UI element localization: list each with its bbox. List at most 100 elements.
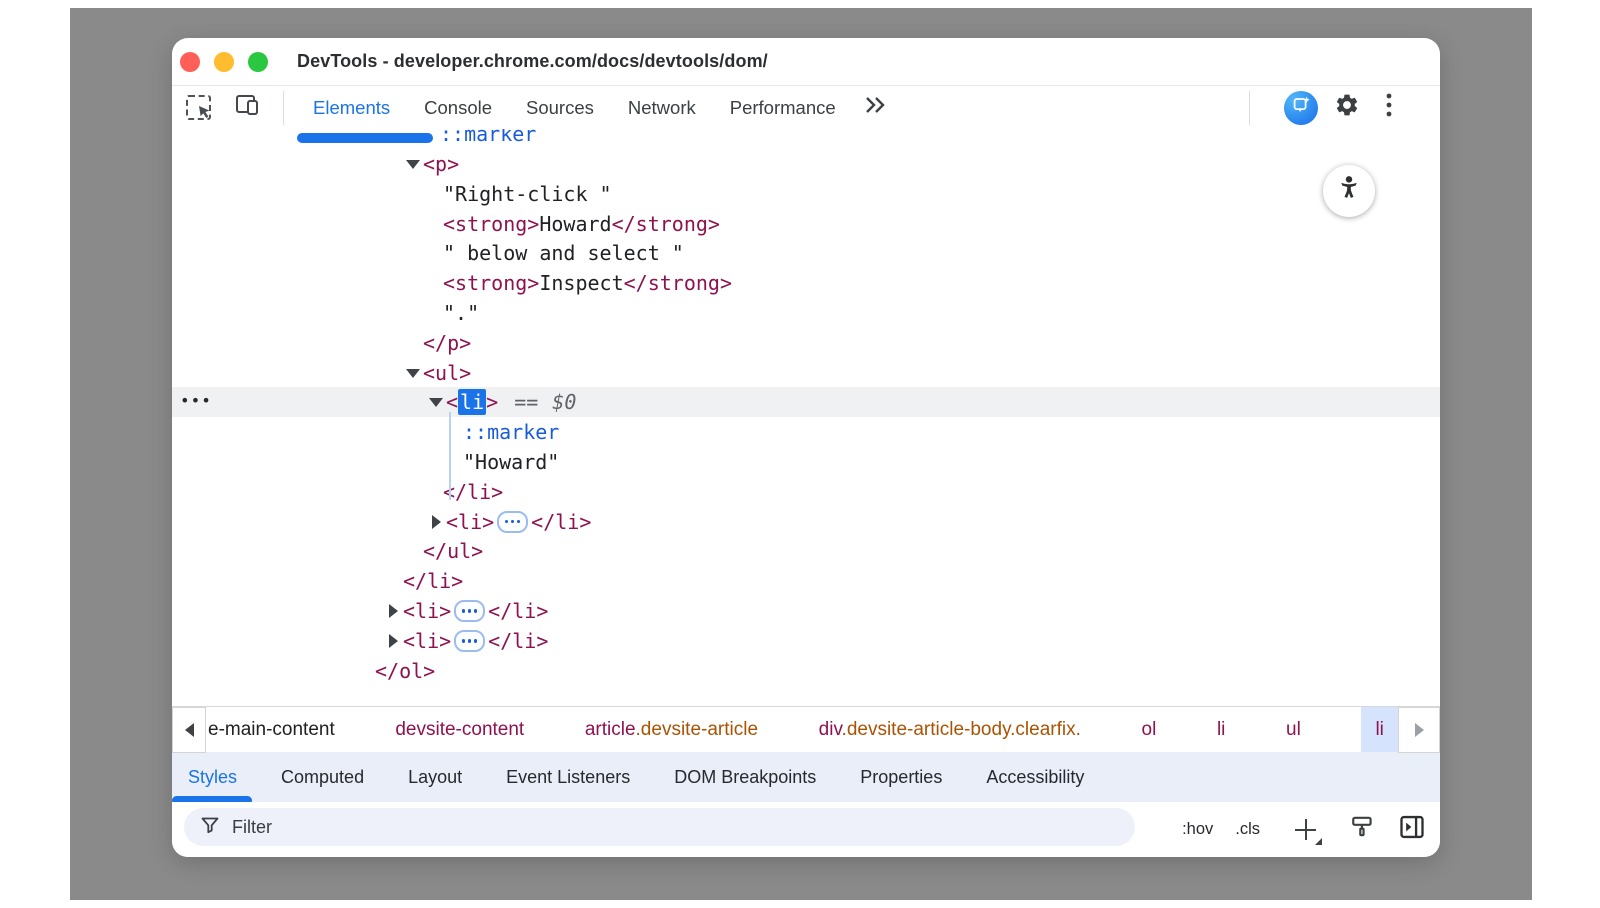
breadcrumb-item-selected[interactable]: li [1361, 707, 1397, 753]
more-tabs-button[interactable] [862, 95, 888, 121]
toolbar-right-controls [1249, 91, 1440, 125]
more-actions-icon[interactable]: ••• [180, 391, 212, 410]
tab-layout[interactable]: Layout [408, 767, 462, 788]
sidebar-pane-tabs: Styles Computed Layout Event Listeners D… [172, 752, 1440, 802]
console-variable-hint: $0 [552, 390, 576, 414]
equals-hint: == [514, 390, 538, 414]
breadcrumb-item[interactable]: ol [1142, 719, 1157, 741]
dom-node-strong-inspect[interactable]: <strong>Inspect</strong> [172, 268, 1440, 298]
dom-node-li-marker[interactable]: ::marker [172, 417, 1440, 447]
breadcrumb-item[interactable]: article.devsite-article [585, 719, 758, 741]
collapsed-content-icon[interactable] [497, 511, 528, 533]
tab-computed[interactable]: Computed [281, 767, 364, 788]
traffic-lights [180, 52, 268, 72]
dom-node-ul-close[interactable]: </ul> [172, 536, 1440, 566]
tab-accessibility[interactable]: Accessibility [986, 767, 1084, 788]
window-title: DevTools - developer.chrome.com/docs/dev… [297, 51, 768, 72]
breadcrumb-scroll-left-button[interactable] [172, 707, 206, 753]
new-style-rule-button[interactable] [1294, 818, 1318, 842]
paint-roller-icon [1350, 827, 1376, 844]
expand-arrow-icon[interactable] [385, 634, 403, 648]
collapse-arrow-icon[interactable] [405, 157, 423, 171]
dom-node-strong-howard[interactable]: <strong>Howard</strong> [172, 209, 1440, 239]
elements-dom-tree: ::marker <p> "Right-click " <strong>Howa… [172, 129, 1440, 706]
tab-styles[interactable]: Styles [188, 767, 237, 788]
dom-node-li-collapsed[interactable]: <li></li> [172, 596, 1440, 626]
zoom-window-button[interactable] [248, 52, 268, 72]
dom-text-node-howard[interactable]: "Howard" [172, 447, 1440, 477]
breadcrumb-bar: e-main-content devsite-content article.d… [172, 706, 1440, 753]
tab-console[interactable]: Console [424, 97, 492, 119]
tab-sources[interactable]: Sources [526, 97, 594, 119]
minimize-window-button[interactable] [214, 52, 234, 72]
triangle-left-icon [185, 723, 194, 737]
breadcrumb-item[interactable]: devsite-content [395, 719, 524, 741]
triangle-right-icon [1415, 723, 1424, 737]
inspect-element-button[interactable] [186, 95, 211, 120]
dom-text-node[interactable]: "." [172, 298, 1440, 328]
device-toolbar-button[interactable] [235, 95, 261, 121]
tab-event-listeners[interactable]: Event Listeners [506, 767, 630, 788]
kebab-vertical-icon [1385, 91, 1393, 124]
dom-node-li-close-outer[interactable]: </li> [172, 566, 1440, 596]
tab-network[interactable]: Network [628, 97, 696, 119]
styles-filter-field[interactable] [184, 808, 1135, 846]
devtools-window: DevTools - developer.chrome.com/docs/dev… [172, 38, 1440, 857]
accessibility-person-icon [1334, 174, 1364, 209]
window-titlebar: DevTools - developer.chrome.com/docs/dev… [172, 38, 1440, 86]
collapse-arrow-icon[interactable] [405, 366, 423, 380]
dom-text-node[interactable]: "Right-click " [172, 179, 1440, 209]
settings-button[interactable] [1334, 95, 1360, 121]
dom-text-node[interactable]: " below and select " [172, 239, 1440, 269]
main-menu-button[interactable] [1376, 95, 1402, 121]
tab-dom-breakpoints[interactable]: DOM Breakpoints [674, 767, 816, 788]
indent-guide-line [449, 412, 451, 500]
dom-node-li-collapsed[interactable]: <li></li> [172, 626, 1440, 656]
gear-icon [1334, 92, 1360, 123]
toggle-sidebar-button[interactable] [1398, 814, 1426, 845]
close-window-button[interactable] [180, 52, 200, 72]
double-chevron-right-icon [862, 95, 888, 120]
breadcrumb-item[interactable]: li [1217, 719, 1225, 741]
breadcrumb: e-main-content devsite-content article.d… [206, 707, 1398, 753]
expand-arrow-icon[interactable] [428, 515, 446, 529]
speech-bubble-sparkle-icon [1290, 94, 1312, 121]
breadcrumb-item[interactable]: ul [1286, 719, 1301, 741]
dom-node-li-close[interactable]: </li> [172, 477, 1440, 507]
tab-properties[interactable]: Properties [860, 767, 942, 788]
dom-node-p-close[interactable]: </p> [172, 328, 1440, 358]
styles-toolbar-controls: :hov .cls [1182, 802, 1426, 857]
panel-left-collapse-icon [1398, 827, 1426, 844]
collapse-arrow-icon[interactable] [428, 395, 446, 409]
toolbar-divider [283, 91, 284, 125]
dom-node-li-collapsed[interactable]: <li></li> [172, 507, 1440, 537]
breadcrumb-item[interactable]: e-main-content [208, 719, 335, 741]
page-accessibility-overlay-button[interactable] [1323, 165, 1375, 217]
tab-performance[interactable]: Performance [730, 97, 836, 119]
dom-node-ol-close[interactable]: </ol> [172, 656, 1440, 686]
ai-assistance-button[interactable] [1284, 91, 1318, 125]
dom-node-ul-open[interactable]: <ul> [172, 358, 1440, 388]
device-frames-icon [235, 93, 261, 122]
expand-arrow-icon[interactable] [385, 604, 403, 618]
class-toggle[interactable]: .cls [1235, 820, 1260, 839]
collapsed-content-icon[interactable] [454, 630, 485, 652]
panel-tabs: Elements Console Sources Network Perform… [313, 97, 836, 119]
dropdown-corner-icon [1315, 838, 1322, 845]
toolbar-divider [1249, 91, 1250, 125]
devtools-main-toolbar: Elements Console Sources Network Perform… [172, 86, 1440, 130]
funnel-icon [200, 815, 220, 840]
pseudo-state-toggle[interactable]: :hov [1182, 820, 1213, 839]
breadcrumb-scroll-right-button[interactable] [1398, 707, 1440, 753]
desktop-background: DevTools - developer.chrome.com/docs/dev… [70, 8, 1532, 900]
selected-tab-indicator [297, 133, 433, 143]
dom-node-li-selected[interactable]: ••• <li> == $0 [172, 387, 1440, 417]
dom-node-p-open[interactable]: <p> [172, 149, 1440, 179]
styles-filter-input[interactable] [230, 816, 1034, 839]
selected-node-name: li [458, 389, 486, 415]
rendering-emulation-button[interactable] [1350, 814, 1376, 845]
collapsed-content-icon[interactable] [454, 600, 485, 622]
tab-elements[interactable]: Elements [313, 97, 390, 119]
styles-filter-bar: :hov .cls [172, 802, 1440, 857]
breadcrumb-item[interactable]: div.devsite-article-body.clearfix. [819, 719, 1081, 741]
